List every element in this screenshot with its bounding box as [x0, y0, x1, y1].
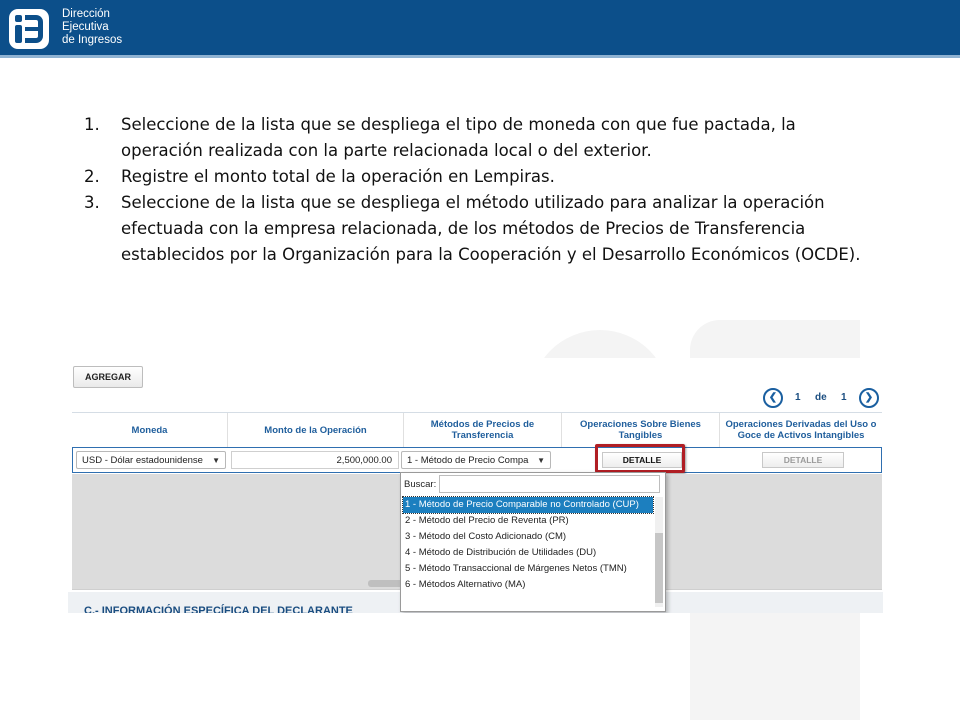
column-header-activos-intangibles: Operaciones Derivadas del Uso o Goce de …: [725, 419, 877, 441]
column-header-moneda: Moneda: [72, 413, 228, 447]
prev-page-icon[interactable]: ❮: [763, 388, 783, 408]
instruction-number: 3.: [84, 193, 100, 212]
dropdown-option[interactable]: 3 - Método del Costo Adicionado (CM): [403, 529, 653, 545]
option-list: 1 - Método de Precio Comparable no Contr…: [402, 496, 654, 593]
amount-input[interactable]: 2,500,000.00: [231, 451, 399, 469]
currency-value: USD - Dólar estadounidense: [82, 455, 203, 466]
app-header: Dirección Ejecutiva de Ingresos: [0, 0, 960, 58]
instruction-item: 1. Seleccione de la lista que se desplie…: [84, 112, 874, 164]
dropdown-option[interactable]: 1 - Método de Precio Comparable no Contr…: [402, 496, 654, 514]
grid-header: Moneda Monto de la Operación Métodos de …: [72, 412, 882, 448]
add-button[interactable]: AGREGAR: [73, 366, 143, 388]
instruction-list: 1. Seleccione de la lista que se desplie…: [84, 112, 874, 268]
caret-down-icon: ▼: [537, 456, 545, 465]
caret-down-icon: ▼: [212, 456, 220, 465]
instruction-text: Registre el monto total de la operación …: [121, 167, 555, 186]
instruction-item: 3. Seleccione de la lista que se desplie…: [84, 190, 874, 268]
dropdown-option[interactable]: 4 - Método de Distribución de Utilidades…: [403, 545, 653, 561]
search-input[interactable]: [439, 475, 660, 493]
dropdown-option[interactable]: 2 - Método del Precio de Reventa (PR): [403, 513, 653, 529]
column-header-metodos: Métodos de Precios de Transferencia: [404, 413, 562, 447]
brand-name: Dirección Ejecutiva de Ingresos: [62, 8, 122, 47]
pager-current: 1: [795, 392, 801, 403]
highlight-box: [595, 444, 685, 473]
table-row: USD - Dólar estadounidense ▼ 2,500,000.0…: [72, 447, 882, 473]
method-select[interactable]: 1 - Método de Precio Compa ▼: [401, 451, 551, 469]
column-header-monto: Monto de la Operación: [228, 413, 404, 447]
dropdown-option[interactable]: 5 - Método Transaccional de Márgenes Net…: [403, 561, 653, 577]
form-screenshot: AGREGAR ❮ 1 de 1 ❯ Moneda Monto de la Op…: [68, 358, 883, 613]
instruction-text: Seleccione de la lista que se despliega …: [121, 193, 861, 264]
instruction-number: 1.: [84, 115, 100, 134]
intangible-detail-button[interactable]: DETALLE: [762, 452, 844, 468]
dropdown-scrollbar[interactable]: [655, 497, 663, 607]
currency-select[interactable]: USD - Dólar estadounidense ▼: [76, 451, 226, 469]
column-header-bienes-tangibles: Operaciones Sobre Bienes Tangibles: [562, 413, 720, 447]
brand-line-3: de Ingresos: [62, 34, 123, 46]
method-value: 1 - Método de Precio Compa: [407, 455, 529, 466]
instruction-text: Seleccione de la lista que se despliega …: [121, 115, 796, 160]
dropdown-option[interactable]: 6 - Métodos Alternativo (MA): [403, 577, 653, 593]
section-title: C.- INFORMACIÓN ESPECÍFICA DEL DECLARANT…: [84, 605, 353, 613]
pager-of-label: de: [815, 392, 827, 403]
search-label: Buscar:: [404, 479, 437, 490]
method-dropdown: Buscar: 1 - Método de Precio Comparable …: [400, 472, 666, 612]
brand-line-1: Dirección: [62, 8, 110, 20]
next-page-icon[interactable]: ❯: [859, 388, 879, 408]
dei-logo: [9, 9, 49, 49]
instruction-number: 2.: [84, 167, 100, 186]
scrollbar-thumb[interactable]: [655, 533, 663, 603]
instruction-item: 2. Registre el monto total de la operaci…: [84, 164, 874, 190]
pager-total: 1: [841, 392, 847, 403]
brand-line-2: Ejecutiva: [62, 21, 109, 33]
